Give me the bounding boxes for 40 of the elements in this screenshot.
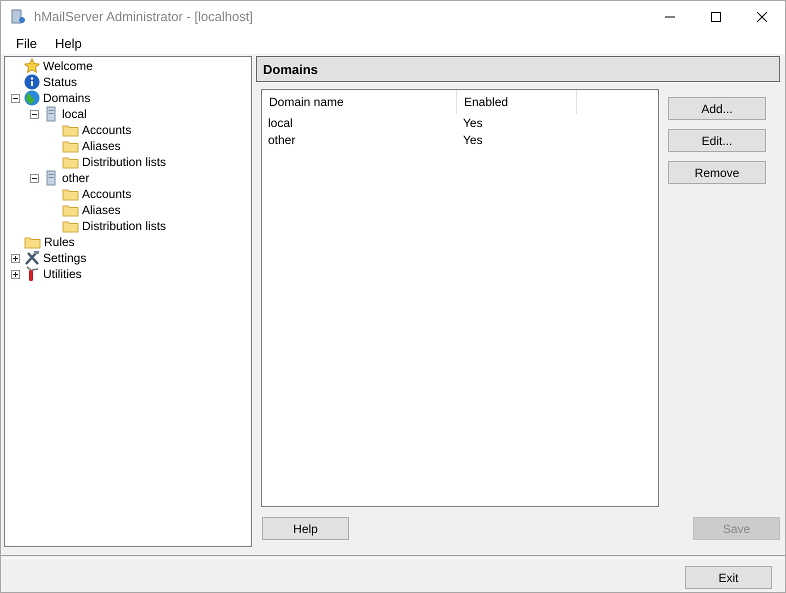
- action-button[interactable]: Remove: [668, 161, 766, 184]
- app-icon: [10, 8, 26, 24]
- tree-item[interactable]: Distribution lists: [82, 155, 166, 169]
- tree-item[interactable]: Distribution lists: [82, 219, 166, 233]
- action-button[interactable]: Add...: [668, 97, 766, 120]
- expand-icon[interactable]: [11, 270, 20, 278]
- action-button[interactable]: Edit...: [668, 129, 766, 152]
- table-cell-text: other: [267, 132, 296, 146]
- collapse-icon[interactable]: [30, 110, 39, 118]
- tools-icon: [24, 250, 40, 266]
- tree-item[interactable]: Utilities: [43, 267, 82, 281]
- panel-header: Domains: [256, 56, 780, 82]
- tree-item[interactable]: Aliases: [82, 203, 121, 217]
- column-header[interactable]: Domain name: [262, 90, 457, 114]
- globe-icon: [24, 90, 40, 106]
- info-icon: [24, 74, 40, 90]
- pocket-knife-icon: [24, 266, 40, 282]
- tree-item[interactable]: Settings: [43, 251, 86, 265]
- star-icon: [24, 58, 40, 74]
- tree-item[interactable]: Welcome: [43, 59, 93, 73]
- menu-item[interactable]: File: [7, 36, 46, 50]
- table-cell-text: Yes: [462, 116, 484, 130]
- help-button[interactable]: Help: [262, 517, 349, 540]
- collapse-icon[interactable]: [11, 94, 20, 102]
- tree-item[interactable]: local: [62, 107, 87, 121]
- expand-icon[interactable]: [11, 254, 20, 262]
- tree-item[interactable]: Rules: [44, 235, 75, 249]
- tree-item[interactable]: Accounts: [82, 187, 132, 201]
- tree-item[interactable]: Status: [43, 75, 78, 89]
- tree-item[interactable]: Aliases: [82, 139, 121, 153]
- table-cell-text: local: [267, 116, 294, 130]
- collapse-icon[interactable]: [30, 174, 39, 182]
- menu-item[interactable]: Help: [46, 36, 91, 50]
- window-title: hMailServer Administrator - [localhost]: [34, 9, 254, 24]
- tree-item[interactable]: Accounts: [82, 123, 132, 137]
- tree-item[interactable]: other: [62, 171, 90, 185]
- tree-item[interactable]: Domains: [43, 91, 90, 105]
- exit-button[interactable]: Exit: [685, 566, 772, 589]
- table-cell-text: Yes: [462, 132, 484, 146]
- column-header[interactable]: Enabled: [457, 90, 577, 114]
